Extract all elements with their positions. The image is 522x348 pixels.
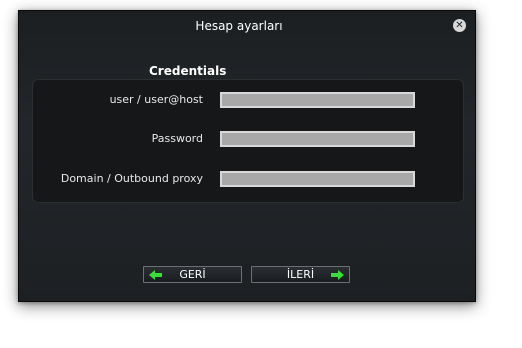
credentials-panel: user / user@host Password Domain / Outbo… xyxy=(32,79,464,203)
back-button-label: GERİ xyxy=(179,268,206,281)
credentials-heading: Credentials xyxy=(149,64,227,78)
domain-proxy-field[interactable] xyxy=(220,171,415,187)
next-button[interactable]: İLERİ xyxy=(251,266,350,283)
account-settings-dialog: Hesap ayarları ✕ Credentials user / user… xyxy=(18,10,476,302)
user-label: user / user@host xyxy=(109,93,203,106)
password-field[interactable] xyxy=(220,131,415,147)
domain-label: Domain / Outbound proxy xyxy=(60,172,203,185)
close-icon[interactable]: ✕ xyxy=(453,19,466,32)
arrow-left-icon xyxy=(149,269,162,280)
arrow-right-icon xyxy=(331,269,344,280)
user-field[interactable] xyxy=(220,92,415,108)
back-button[interactable]: GERİ xyxy=(143,266,242,283)
title-bar: Hesap ayarları ✕ xyxy=(19,11,475,41)
next-button-label: İLERİ xyxy=(286,268,315,281)
password-label: Password xyxy=(151,132,203,145)
dialog-title: Hesap ayarları xyxy=(195,19,283,33)
